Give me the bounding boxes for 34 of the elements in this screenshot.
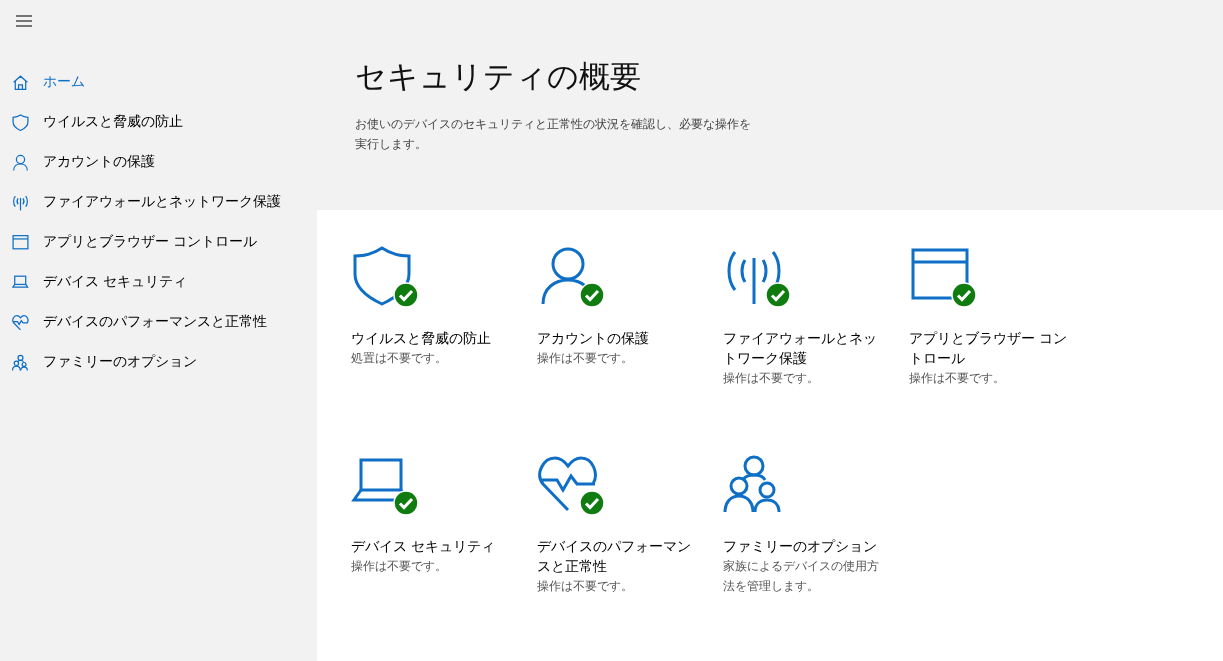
tile-title[interactable]: デバイスのパフォーマンスと正常性 [537,536,697,576]
heartbeat-icon [12,313,29,331]
page-description: お使いのデバイスのセキュリティと正常性の状況を確認し、必要な操作を実行します。 [355,116,752,153]
tile-status: 家族によるデバイスの使用方法を管理します。 [723,558,880,595]
tile-status: 操作は不要です。 [723,370,820,387]
tile-title[interactable]: デバイス セキュリティ [351,536,511,556]
nav-item[interactable]: ファミリーのオプション [0,342,317,382]
antenna-icon [12,193,29,211]
nav-item[interactable]: ウイルスと脅威の防止 [0,102,317,142]
home-icon [12,73,29,91]
tile-title[interactable]: ファイアウォールとネットワーク保護 [723,328,883,368]
tile-title[interactable]: ウイルスと脅威の防止 [351,328,511,348]
nav-item[interactable]: ファイアウォールとネットワーク保護 [0,182,317,222]
menu-icon [16,15,32,27]
tile-title[interactable]: アカウントの保護 [537,328,697,348]
shield-icon [12,113,29,131]
nav-item[interactable]: ホーム [0,62,317,102]
tile-status: 操作は不要です。 [537,578,634,595]
nav-item[interactable]: デバイスのパフォーマンスと正常性 [0,302,317,342]
page-title: セキュリティの概要 [355,57,642,96]
laptop-icon [12,273,29,291]
nav-item[interactable]: デバイス セキュリティ [0,262,317,302]
nav-item[interactable]: アプリとブラウザー コントロール [0,222,317,262]
person-icon [12,153,29,171]
shield-icon [351,244,413,306]
nav-item[interactable]: アカウントの保護 [0,142,317,182]
tile-title[interactable]: ファミリーのオプション [723,536,883,556]
family-icon [12,353,29,371]
tile-status: 処置は不要です。 [351,350,448,367]
tile-status: 操作は不要です。 [909,370,1006,387]
browser-window-icon [12,233,29,251]
tile-status: 操作は不要です。 [537,350,634,367]
tile-status: 操作は不要です。 [351,558,448,575]
tile-title[interactable]: アプリとブラウザー コントロール [909,328,1069,368]
